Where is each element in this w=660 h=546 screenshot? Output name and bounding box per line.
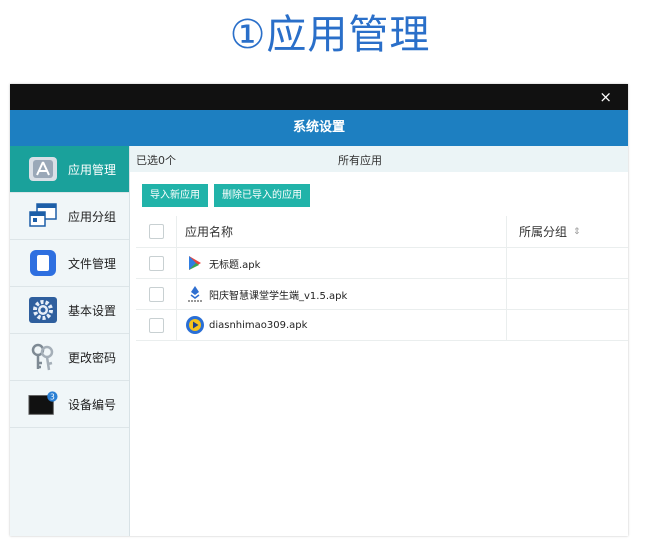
table-row[interactable]: 无标题.apk xyxy=(136,248,628,279)
app-filter-label[interactable]: 所有应用 xyxy=(338,152,382,168)
windows-group-icon xyxy=(28,202,58,230)
selected-count: 已选0个 xyxy=(136,154,176,167)
device-badge: 3 xyxy=(50,392,55,401)
sidebar-item-app-management[interactable]: 应用管理 xyxy=(10,146,129,193)
app-name: diasnhimao309.apk xyxy=(209,319,308,331)
video-player-icon xyxy=(185,315,205,335)
sidebar-item-app-group[interactable]: 应用分组 xyxy=(10,193,129,240)
sidebar-item-label: 应用管理 xyxy=(68,162,117,177)
sidebar-item-label: 文件管理 xyxy=(68,256,117,271)
window-titlebar: × xyxy=(10,84,628,110)
device-icon: 3 xyxy=(28,390,58,418)
row-checkbox[interactable] xyxy=(148,286,164,302)
table-row[interactable]: diasnhimao309.apk xyxy=(136,310,628,341)
table-row[interactable]: 阳庆智慧课堂学生端_v1.5.apk xyxy=(136,279,628,310)
sidebar-item-label: 应用分组 xyxy=(68,209,117,224)
keys-icon xyxy=(28,343,58,371)
file-icon xyxy=(28,249,58,277)
window-title: 系统设置 xyxy=(10,110,628,146)
app-name: 无标题.apk xyxy=(209,259,261,271)
sidebar-item-label: 基本设置 xyxy=(68,303,117,318)
sidebar-item-device-number[interactable]: 3 设备编号 xyxy=(10,381,129,428)
play-store-icon xyxy=(185,253,205,273)
app-store-icon xyxy=(28,155,58,183)
gear-icon xyxy=(28,296,58,324)
column-header-app-name: 应用名称 xyxy=(185,225,234,239)
column-header-group: 所属分组 xyxy=(519,225,568,239)
sidebar-item-file-management[interactable]: 文件管理 xyxy=(10,240,129,287)
app-name: 阳庆智慧课堂学生端_v1.5.apk xyxy=(209,290,348,302)
table-header: 应用名称 所属分组 ⇕ xyxy=(136,216,628,248)
sidebar-item-basic-settings[interactable]: 基本设置 xyxy=(10,287,129,334)
import-app-button[interactable]: 导入新应用 xyxy=(142,184,208,207)
sidebar-item-label: 设备编号 xyxy=(68,397,117,412)
sidebar-item-change-password[interactable]: 更改密码 xyxy=(10,334,129,381)
select-all-checkbox[interactable] xyxy=(148,224,164,239)
sidebar-item-label: 更改密码 xyxy=(68,350,117,365)
page-heading: ①应用管理 xyxy=(229,12,431,58)
delete-imported-button[interactable]: 删除已导入的应用 xyxy=(214,184,310,207)
settings-window: × 系统设置 应用管理 应用分组 文件管理 基本设置 更改密码 3 设备编号 已… xyxy=(10,84,628,536)
info-bar: 已选0个 所有应用 xyxy=(130,146,628,172)
main-panel: 已选0个 所有应用 导入新应用 删除已导入的应用 应用名称 所属分组 ⇕ 无标题… xyxy=(130,146,628,536)
row-checkbox[interactable] xyxy=(148,317,164,333)
sort-icon[interactable]: ⇕ xyxy=(573,227,581,237)
close-button[interactable]: × xyxy=(599,88,612,106)
row-checkbox[interactable] xyxy=(148,255,164,271)
app-table: 应用名称 所属分组 ⇕ 无标题.apk 阳庆智慧课堂学生端_v1.5.apk d… xyxy=(136,216,628,341)
sidebar: 应用管理 应用分组 文件管理 基本设置 更改密码 3 设备编号 xyxy=(10,146,130,536)
diamond-logo-icon xyxy=(185,284,205,304)
